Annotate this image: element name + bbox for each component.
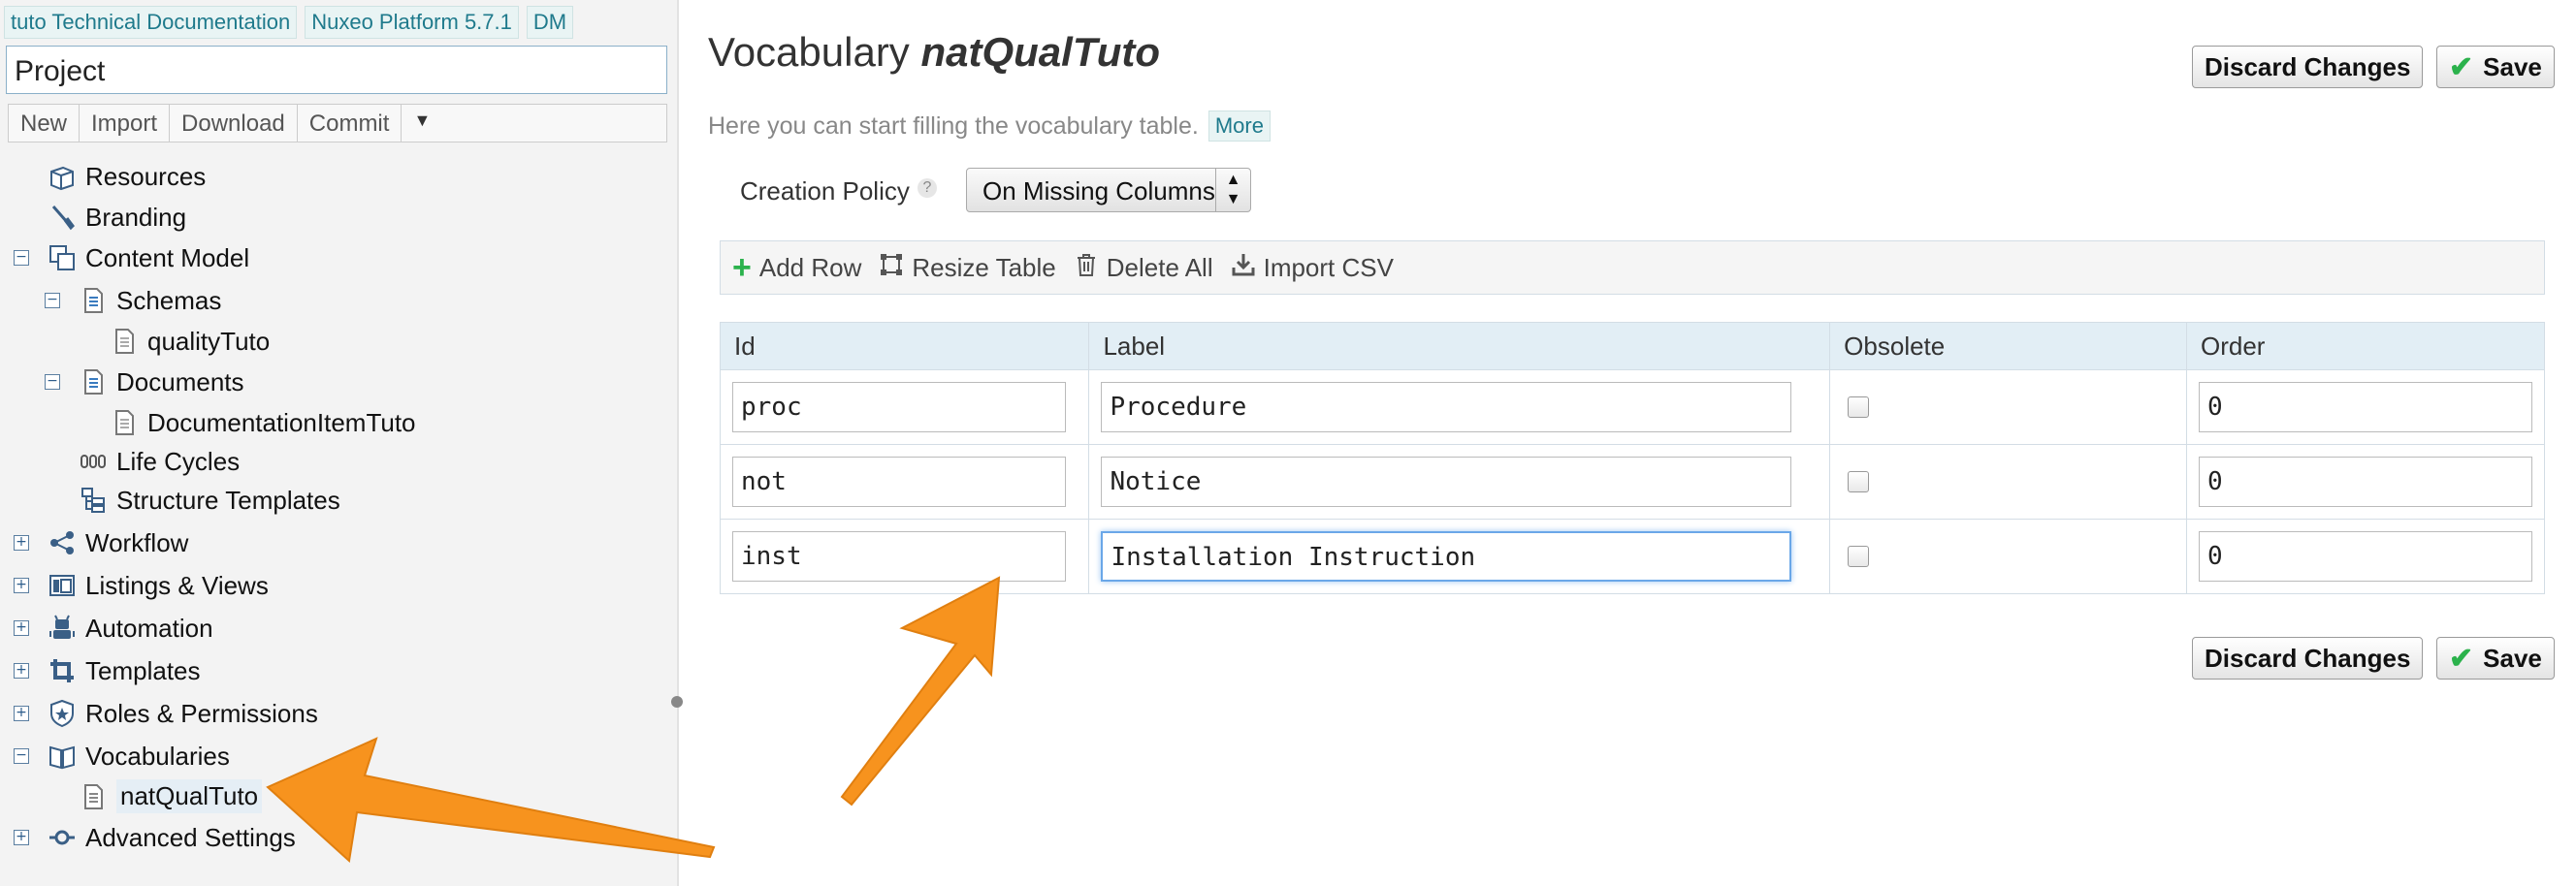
arrow-to-table <box>840 576 1001 807</box>
annotation-arrows <box>266 576 1001 863</box>
arrow-to-sidebar <box>266 737 716 863</box>
